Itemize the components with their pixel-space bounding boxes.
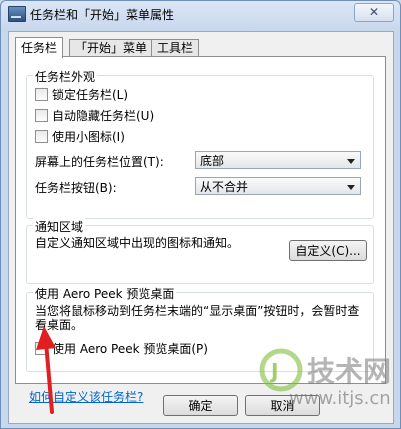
buttons-label: 任务栏按钮(B): <box>35 181 117 195</box>
notification-group-title: 通知区域 <box>33 218 86 235</box>
chevron-down-icon <box>347 159 355 164</box>
small-icons-checkbox[interactable] <box>35 130 48 143</box>
tab-toolbars[interactable]: 工具栏 <box>151 39 200 57</box>
customize-taskbar-help-link[interactable]: 如何自定义该任务栏? <box>29 388 143 405</box>
window-title: 任务栏和「开始」菜单属性 <box>30 8 175 22</box>
site-watermark: J 技术网 www.itjs.cn <box>255 348 395 416</box>
customize-button[interactable]: 自定义(C)... <box>289 240 367 261</box>
position-label: 屏幕上的任务栏位置(T): <box>35 155 164 169</box>
notification-description: 自定义通知区域中出现的图标和通知。 <box>35 236 240 250</box>
appearance-group-title: 任务栏外观 <box>33 68 98 85</box>
lock-taskbar-option[interactable]: 锁定任务栏(L) <box>35 86 128 102</box>
watermark-text: 技术网 <box>307 355 392 388</box>
aero-peek-description: 当您将鼠标移动到任务栏末端的“显示桌面”按钮时，会暂时查看桌面。 <box>35 304 360 332</box>
tab-taskbar[interactable]: 任务栏 <box>15 37 64 58</box>
close-button[interactable]: ✕ <box>354 3 394 22</box>
small-icons-label: 使用小图标(I) <box>52 130 125 144</box>
taskbar-app-icon <box>8 6 26 22</box>
aero-peek-group-title: 使用 Aero Peek 预览桌面 <box>33 285 177 302</box>
ok-button[interactable]: 确定 <box>163 395 238 416</box>
aero-peek-option[interactable]: 使用 Aero Peek 预览桌面(P) <box>35 340 208 356</box>
auto-hide-option[interactable]: 自动隐藏任务栏(U) <box>35 107 154 123</box>
auto-hide-label: 自动隐藏任务栏(U) <box>52 109 155 123</box>
taskbar-position-value: 底部 <box>200 154 225 168</box>
watermark-url: www.itjs.cn <box>289 388 391 409</box>
lock-taskbar-label: 锁定任务栏(L) <box>52 88 129 102</box>
taskbar-position-select[interactable]: 底部 <box>195 151 361 169</box>
aero-peek-label: 使用 Aero Peek 预览桌面(P) <box>52 342 208 356</box>
tab-start-menu[interactable]: 「开始」菜单 <box>69 39 154 57</box>
svg-text:J: J <box>269 359 278 383</box>
auto-hide-checkbox[interactable] <box>35 109 48 122</box>
notification-area-group: 通知区域 自定义通知区域中出现的图标和通知。 自定义(C)... <box>26 218 374 284</box>
title-bar[interactable]: 任务栏和「开始」菜单属性 ✕ <box>1 1 400 27</box>
taskbar-buttons-value: 从不合并 <box>200 180 249 194</box>
taskbar-tab-panel: 任务栏外观 锁定任务栏(L) 自动隐藏任务栏(U) 使用小图标(I) 屏幕上的任… <box>15 56 386 384</box>
watermark-logo-icon: J <box>259 348 303 392</box>
aero-peek-checkbox[interactable] <box>35 342 48 355</box>
lock-taskbar-checkbox[interactable] <box>35 88 48 101</box>
appearance-group: 任务栏外观 锁定任务栏(L) 自动隐藏任务栏(U) 使用小图标(I) 屏幕上的任… <box>26 68 374 219</box>
chevron-down-icon <box>347 185 355 190</box>
taskbar-buttons-select[interactable]: 从不合并 <box>195 177 361 195</box>
small-icons-option[interactable]: 使用小图标(I) <box>35 128 125 144</box>
